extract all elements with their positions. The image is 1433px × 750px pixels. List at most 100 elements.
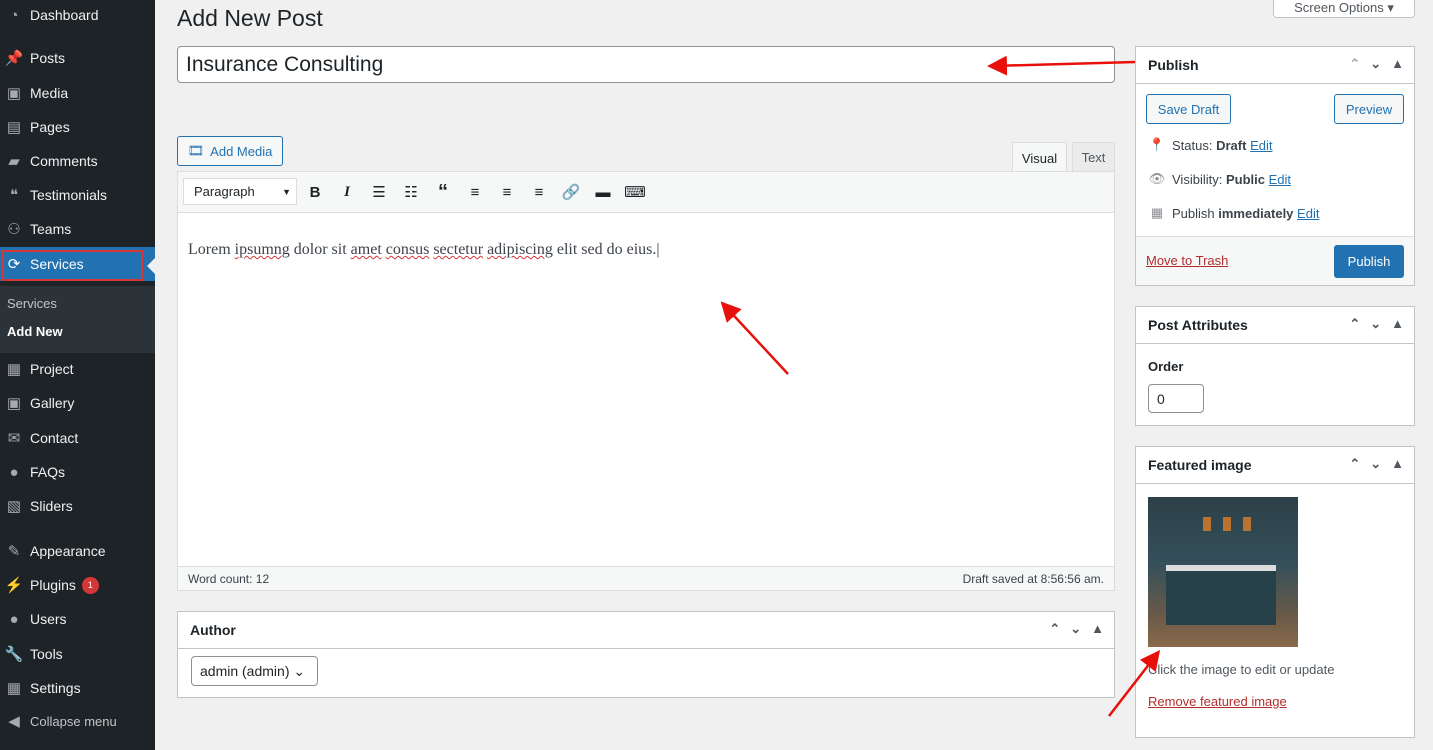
editor-content[interactable]: Lorem ipsumng dolor sit amet consus sect… (188, 241, 660, 259)
sidebar-item-plugins[interactable]: ⚡ Plugins 1 (0, 568, 155, 602)
author-box: Author ⌃ ⌄ ▲ admin (admin) ⌄ (177, 611, 1115, 698)
link-icon[interactable]: 🔗 (560, 181, 582, 203)
sidebar-item-comments[interactable]: ▰ Comments (0, 144, 155, 178)
add-media-button[interactable]: 🎞 Add Media (177, 136, 283, 166)
wrench-icon: 🔧 (4, 646, 24, 663)
move-down-icon[interactable]: ⌄ (1370, 456, 1381, 472)
settings-icon: ▦ (6, 680, 22, 697)
collapse-icon: ◀ (8, 713, 20, 730)
sidebar-item-dashboard[interactable]: ◔ Dashboard (0, 0, 155, 32)
mail-icon: ✉ (7, 430, 21, 447)
submenu-services[interactable]: Services (7, 296, 57, 311)
active-caret (147, 258, 155, 274)
screen-options-button[interactable]: Screen Options ▾ (1273, 0, 1415, 18)
sidebar-item-faqs[interactable]: ● FAQs (0, 455, 155, 489)
page-title: Add New Post (177, 5, 323, 31)
tab-visual[interactable]: Visual (1012, 142, 1067, 173)
plugins-update-badge: 1 (81, 576, 99, 594)
read-more-icon[interactable]: ▬ (592, 181, 614, 203)
move-to-trash-link[interactable]: Move to Trash (1146, 253, 1228, 268)
sidebar-item-pages[interactable]: ▤ Pages (0, 110, 155, 144)
sidebar-item-project[interactable]: ▦ Project (0, 352, 155, 386)
editor-status-bar: Word count: 12 Draft saved at 8:56:56 am. (178, 566, 1114, 590)
align-right-icon[interactable]: ≡ (528, 181, 550, 203)
brush-icon: ✎ (7, 543, 21, 560)
sidebar-item-users[interactable]: ● Users (0, 602, 155, 636)
pages-icon: ▤ (6, 119, 22, 136)
sidebar-item-media[interactable]: ▣ Media (0, 76, 155, 110)
italic-icon[interactable]: I (336, 181, 358, 203)
draft-saved: Draft saved at 8:56:56 am. (962, 572, 1104, 586)
pin-icon: 📍 (1148, 137, 1166, 152)
toggle-icon[interactable]: ▲ (1391, 456, 1404, 472)
plugin-icon: ⚡ (4, 577, 24, 594)
attributes-title: Post Attributes (1148, 317, 1248, 333)
format-select[interactable]: Paragraph ▼ (183, 178, 297, 205)
teams-icon: ⚇ (7, 221, 21, 238)
align-center-icon[interactable]: ≡ (496, 181, 518, 203)
featured-image-box: Featured image ⌃ ⌄ ▲ Click the image to edi… (1135, 446, 1415, 738)
blockquote-icon[interactable]: “ (432, 181, 454, 203)
testimonials-icon: ❝ (9, 187, 19, 204)
sidebar-item-collapse-menu[interactable]: ◀ Collapse menu (0, 704, 155, 738)
bold-icon[interactable]: B (304, 181, 326, 203)
sidebar-item-tools[interactable]: 🔧 Tools (0, 637, 155, 671)
edit-visibility-link[interactable]: Edit (1269, 172, 1291, 187)
sidebar-item-posts[interactable]: 📌 Posts (0, 41, 155, 75)
move-down-icon[interactable]: ⌄ (1370, 316, 1381, 332)
comment-icon: ▰ (8, 153, 20, 170)
toggle-icon[interactable]: ▲ (1391, 56, 1404, 72)
order-label: Order (1148, 359, 1184, 374)
user-icon: ● (9, 610, 19, 628)
edit-status-link[interactable]: Edit (1250, 138, 1272, 153)
eye-icon: 👁 (1148, 171, 1166, 186)
toolbar-toggle-icon[interactable]: ⌨ (624, 181, 646, 203)
preview-button[interactable]: Preview (1334, 94, 1404, 124)
sidebar-item-appearance[interactable]: ✎ Appearance (0, 534, 155, 568)
publish-button[interactable]: Publish (1334, 245, 1404, 278)
move-up-icon[interactable]: ⌃ (1349, 456, 1360, 472)
tab-text[interactable]: Text (1072, 142, 1115, 172)
move-up-icon[interactable]: ⌃ (1049, 621, 1060, 637)
remove-featured-image-link[interactable]: Remove featured image (1148, 694, 1287, 709)
gallery-icon: ▣ (6, 395, 22, 412)
featured-title: Featured image (1148, 457, 1252, 473)
sidebar-item-teams[interactable]: ⚇ Teams (0, 212, 155, 246)
author-title: Author (190, 622, 236, 638)
toggle-icon[interactable]: ▲ (1391, 316, 1404, 332)
pin-icon: 📌 (4, 50, 24, 67)
bullet-list-icon[interactable]: ☰ (368, 181, 390, 203)
publish-title: Publish (1148, 57, 1199, 73)
featured-image-thumbnail[interactable] (1148, 497, 1298, 647)
featured-hint: Click the image to edit or update (1148, 662, 1335, 677)
media-icon: ▣ (6, 85, 22, 102)
add-media-icon: 🎞 (187, 143, 205, 158)
submenu-add-new[interactable]: Add New (7, 324, 63, 339)
sidebar-item-settings[interactable]: ▦ Settings (0, 671, 155, 705)
move-down-icon[interactable]: ⌄ (1370, 56, 1381, 72)
calendar-icon: ▦ (1150, 205, 1164, 220)
post-attributes-box: Post Attributes ⌃ ⌄ ▲ Order 0 (1135, 306, 1415, 426)
services-submenu: Services Add New (0, 286, 155, 353)
sidebar-item-contact[interactable]: ✉ Contact (0, 421, 155, 455)
save-draft-button[interactable]: Save Draft (1146, 94, 1231, 124)
services-highlight-box (2, 250, 143, 281)
move-down-icon[interactable]: ⌄ (1070, 621, 1081, 637)
align-left-icon[interactable]: ≡ (464, 181, 486, 203)
sidebar-item-testimonials[interactable]: ❝ Testimonials (0, 178, 155, 212)
toggle-icon[interactable]: ▲ (1091, 621, 1104, 637)
numbered-list-icon[interactable]: ☷ (400, 181, 422, 203)
move-up-icon[interactable]: ⌃ (1349, 56, 1360, 72)
order-input[interactable]: 0 (1148, 384, 1204, 413)
post-title-input[interactable]: Insurance Consulting (177, 46, 1115, 83)
edit-schedule-link[interactable]: Edit (1297, 206, 1319, 221)
post-editor[interactable]: Paragraph ▼ B I ☰ ☷ “ ≡ ≡ ≡ 🔗 ▬ ⌨ Lorem i… (177, 171, 1115, 591)
editor-toolbar: Paragraph ▼ B I ☰ ☷ “ ≡ ≡ ≡ 🔗 ▬ ⌨ (178, 172, 1114, 213)
author-select[interactable]: admin (admin) ⌄ (191, 656, 318, 686)
move-up-icon[interactable]: ⌃ (1349, 316, 1360, 332)
dashboard-icon: ◔ (9, 6, 19, 24)
publish-box: Publish ⌃ ⌄ ▲ Save Draft Preview 📍 Status: D… (1135, 46, 1415, 286)
sidebar-item-gallery[interactable]: ▣ Gallery (0, 386, 155, 420)
sidebar-item-sliders[interactable]: ▧ Sliders (0, 489, 155, 523)
faq-icon: ● (9, 463, 19, 481)
